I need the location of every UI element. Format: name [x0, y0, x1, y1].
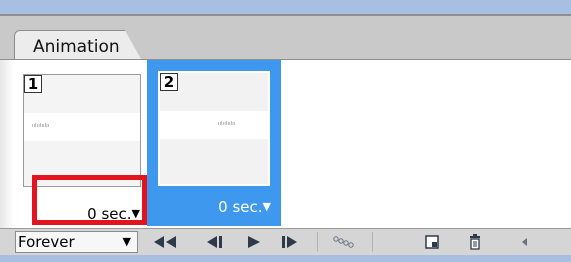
toolbar-separator	[372, 232, 373, 252]
next-frame-icon	[282, 236, 297, 248]
frame-1-thumbnail[interactable]: 1 ıılıılıılıı	[23, 74, 141, 187]
scroll-left-button[interactable]	[515, 231, 535, 253]
frame-2-selected[interactable]: 2 ıılıılıılıı 0 sec.▼	[147, 60, 281, 226]
frame-2-thumbnail[interactable]: 2 ıılıılıılıı	[158, 71, 270, 186]
duplicate-frame-button[interactable]	[414, 231, 450, 253]
tab-animation-label: Animation	[33, 37, 120, 57]
tab-animation[interactable]: Animation	[14, 30, 143, 62]
frame-2-delay[interactable]: 0 sec.▼	[218, 198, 271, 216]
animation-panel: Animation 1 ıılıılıılıı 0 sec.▼ 2 ıılııl…	[0, 0, 571, 262]
previous-frame-icon	[207, 236, 222, 248]
duplicate-frame-icon	[425, 235, 439, 249]
scroll-left-icon	[522, 238, 527, 246]
frame-2-delay-caret-down-icon[interactable]: ▼	[263, 200, 271, 213]
frame-1-number: 1	[24, 75, 42, 93]
panel-tab-strip: Animation	[0, 14, 571, 60]
frame-2-delay-value: 0 sec.	[218, 198, 263, 216]
delay-highlight-box	[32, 175, 147, 225]
tween-button[interactable]	[326, 231, 362, 253]
rewind-to-first-frame-button[interactable]	[147, 231, 183, 253]
panel-bottom-edge	[0, 255, 571, 262]
play-button[interactable]	[235, 231, 271, 253]
frame-2-thumbnail-mark: ıılıılıılıı	[218, 121, 236, 127]
loop-options-value: Forever	[18, 233, 75, 251]
frame-1-thumbnail-mark: ıılıılıılıı	[32, 123, 50, 129]
delete-frame-button[interactable]	[457, 231, 493, 253]
toolbar-separator	[317, 232, 318, 252]
animation-toolbar: Forever ▼	[0, 228, 571, 255]
play-icon	[248, 236, 260, 248]
rewind-to-first-frame-icon	[154, 236, 176, 248]
loop-options-select[interactable]: Forever ▼	[15, 231, 138, 253]
trash-icon	[470, 234, 480, 250]
previous-frame-button[interactable]	[197, 231, 233, 253]
frame-2-number: 2	[160, 73, 178, 91]
caret-down-icon: ▼	[122, 235, 131, 248]
tween-icon	[333, 236, 354, 248]
frame-2-thumbnail-band	[160, 111, 268, 139]
next-frame-button[interactable]	[272, 231, 308, 253]
